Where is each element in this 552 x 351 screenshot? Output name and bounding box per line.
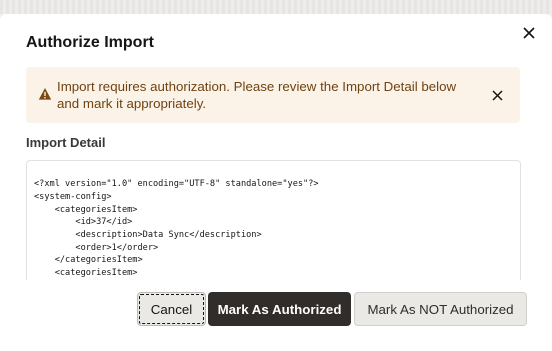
warning-banner: Import requires authorization. Please re… xyxy=(26,67,520,123)
close-icon xyxy=(491,89,503,101)
warning-message: Import requires authorization. Please re… xyxy=(57,79,457,111)
banner-close-button[interactable] xyxy=(489,87,505,103)
code-line: <categoriesItem> xyxy=(34,267,138,278)
code-line: </categoriesItem> xyxy=(34,255,143,265)
page-backdrop xyxy=(0,0,552,14)
code-line: <id>37</id> xyxy=(34,217,133,227)
code-line: <categoriesItem> xyxy=(34,204,138,215)
code-line: <description>Data Sync</description> xyxy=(34,230,262,240)
authorize-import-dialog: Authorize Import Import requires authori… xyxy=(0,14,552,351)
code-line: <order>1</order> xyxy=(34,242,159,253)
close-icon xyxy=(523,27,535,39)
mark-authorized-button[interactable]: Mark As Authorized xyxy=(208,292,351,326)
import-detail-viewer[interactable]: <?xml version="1.0" encoding="UTF-8" sta… xyxy=(26,160,521,280)
dialog-close-button[interactable] xyxy=(518,22,540,44)
code-line: <?xml version="1.0" encoding="UTF-8" sta… xyxy=(34,179,319,189)
warning-icon xyxy=(38,88,52,100)
import-detail-label: Import Detail xyxy=(26,135,106,150)
cancel-button[interactable]: Cancel xyxy=(137,292,206,326)
dialog-title: Authorize Import xyxy=(26,34,154,51)
mark-not-authorized-button[interactable]: Mark As NOT Authorized xyxy=(354,292,527,326)
code-line: <system-config> xyxy=(34,192,112,202)
